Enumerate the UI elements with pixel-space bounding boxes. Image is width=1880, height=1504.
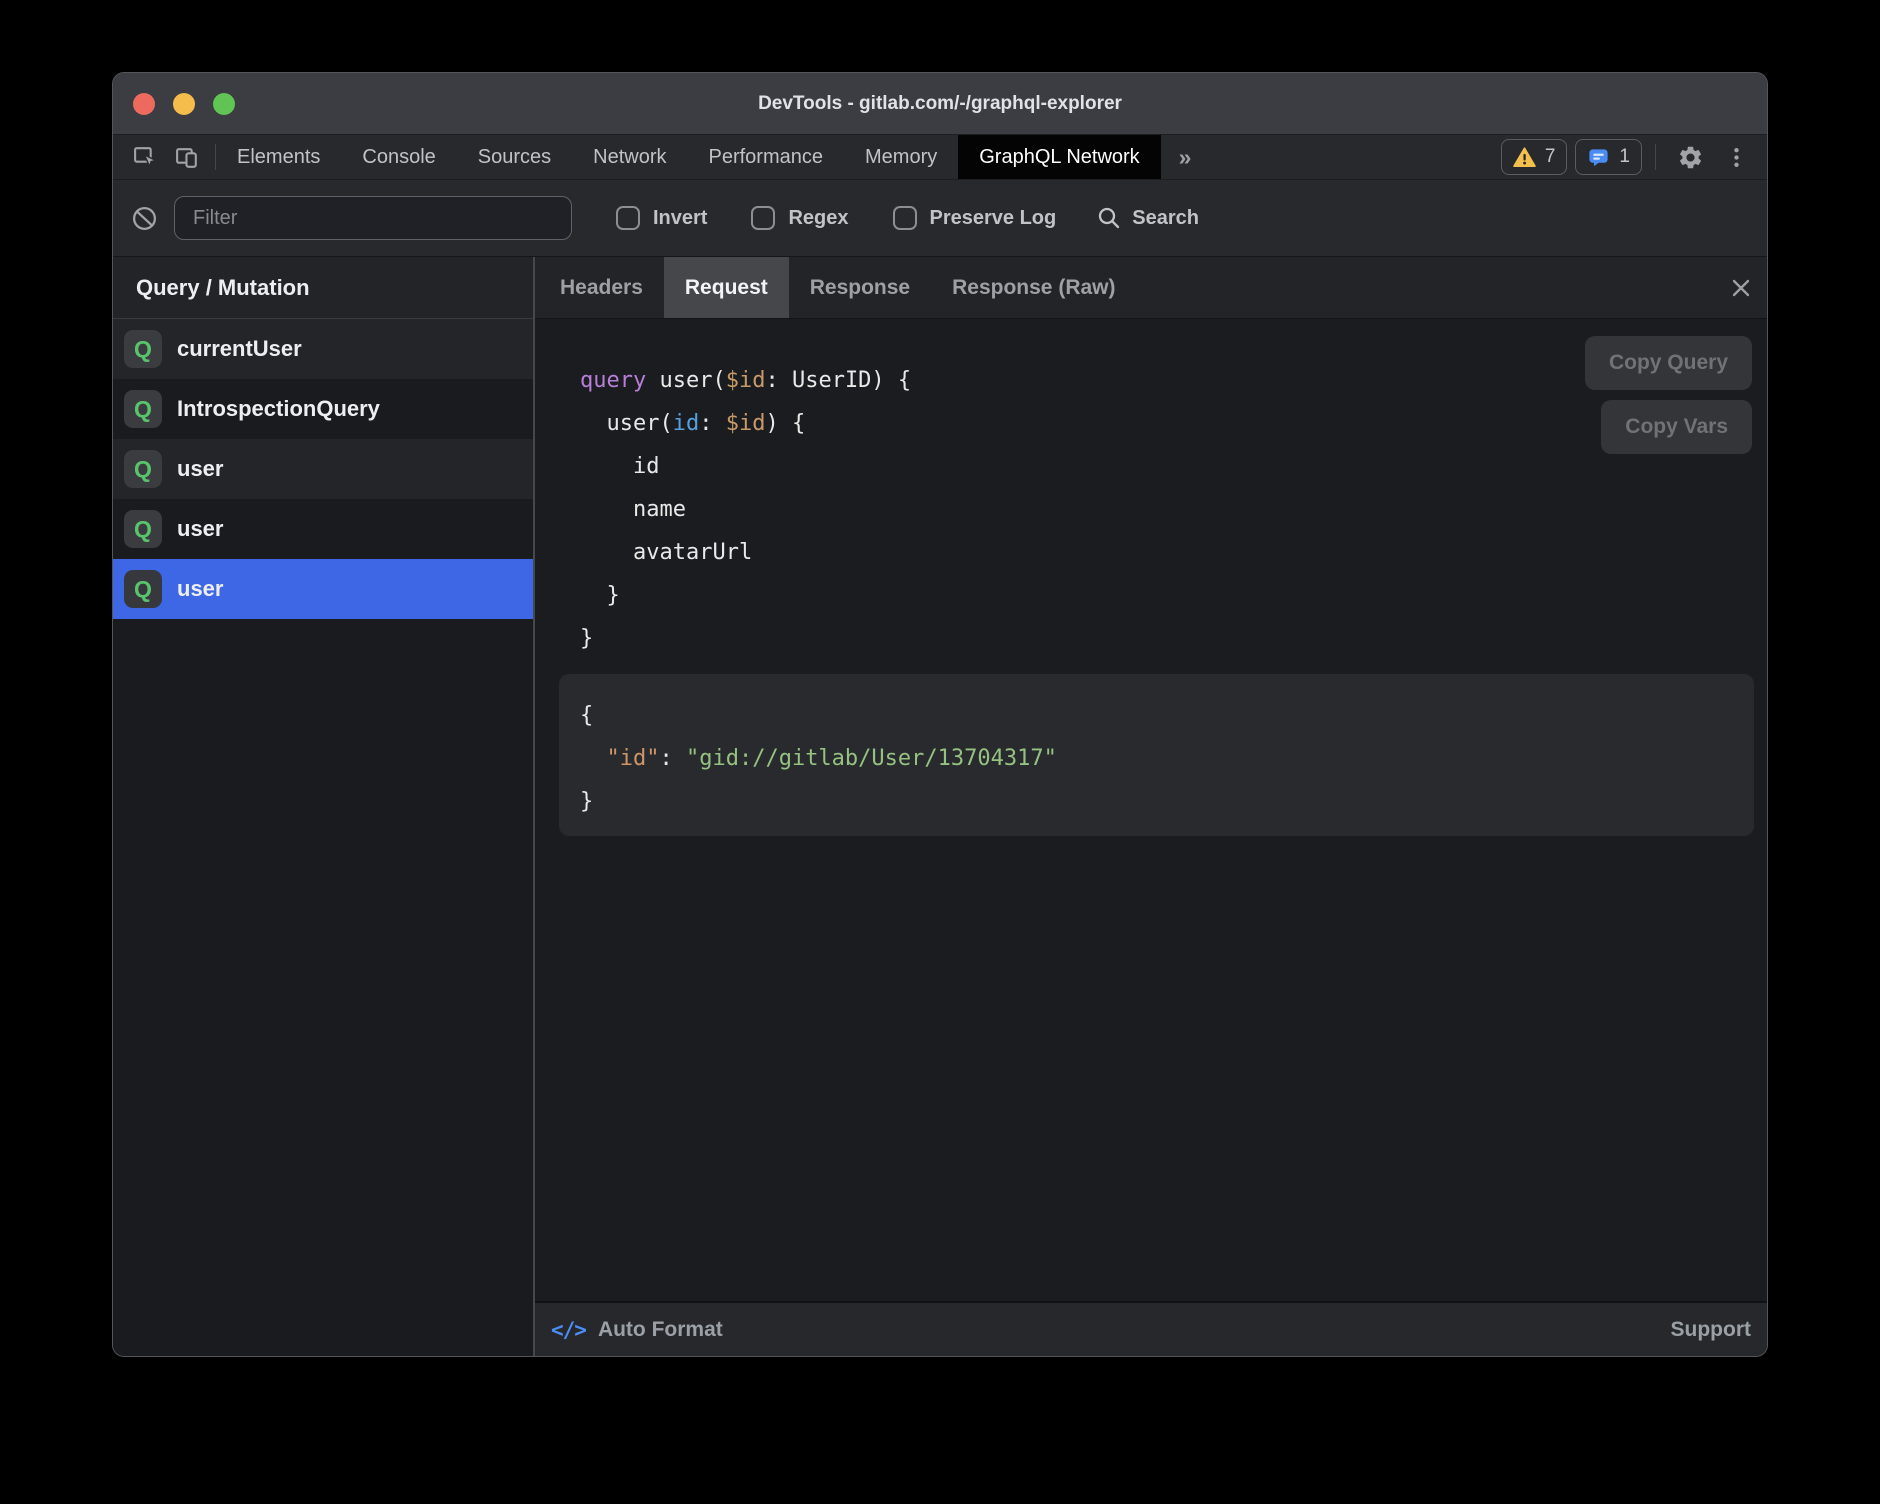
query-list-header: Query / Mutation bbox=[113, 257, 533, 319]
preserve-log-checkbox-group: Preserve Log bbox=[893, 206, 1057, 230]
inspect-element-icon[interactable] bbox=[132, 144, 159, 171]
close-icon bbox=[1729, 276, 1753, 300]
toolbar-divider bbox=[1655, 144, 1656, 170]
query-type-badge: Q bbox=[124, 510, 162, 548]
list-item-user-2[interactable]: Q user bbox=[113, 499, 533, 559]
query-type-badge: Q bbox=[124, 390, 162, 428]
warning-icon bbox=[1513, 147, 1536, 168]
devtools-toolbar: Elements Console Sources Network Perform… bbox=[113, 135, 1767, 179]
query-variables-box: { "id": "gid://gitlab/User/13704317" } bbox=[559, 674, 1754, 836]
request-pane: query user($id: UserID) { user(id: $id) … bbox=[535, 319, 1767, 1301]
list-item-user-3-selected[interactable]: Q user bbox=[113, 559, 533, 619]
list-item-label: user bbox=[177, 456, 223, 482]
issues-badge[interactable]: 1 bbox=[1575, 139, 1642, 175]
code-line: name bbox=[580, 488, 1754, 531]
invert-checkbox-group: Invert bbox=[616, 206, 707, 230]
regex-label: Regex bbox=[788, 207, 848, 230]
search-control[interactable]: Search bbox=[1096, 205, 1199, 231]
regex-checkbox-group: Regex bbox=[751, 206, 848, 230]
clear-block-icon[interactable] bbox=[131, 205, 158, 232]
warnings-badge[interactable]: 7 bbox=[1501, 139, 1568, 175]
tab-console[interactable]: Console bbox=[341, 135, 456, 179]
query-type-badge: Q bbox=[124, 570, 162, 608]
list-item-label: IntrospectionQuery bbox=[177, 396, 380, 422]
tab-sources[interactable]: Sources bbox=[457, 135, 572, 179]
window-controls bbox=[133, 93, 235, 115]
variables-line: } bbox=[580, 780, 1754, 823]
detail-panel: Headers Request Response Response (Raw) … bbox=[535, 257, 1767, 1356]
preserve-log-label: Preserve Log bbox=[930, 207, 1057, 230]
variables-line: { bbox=[580, 694, 1754, 737]
query-type-badge: Q bbox=[124, 450, 162, 488]
query-type-badge: Q bbox=[124, 330, 162, 368]
minimize-window-button[interactable] bbox=[173, 93, 195, 115]
devtools-window: DevTools - gitlab.com/-/graphql-explorer… bbox=[112, 72, 1768, 1357]
kebab-menu-icon[interactable] bbox=[1720, 145, 1753, 170]
tab-elements[interactable]: Elements bbox=[216, 135, 341, 179]
device-toolbar-icon[interactable] bbox=[174, 144, 201, 171]
tab-response-raw[interactable]: Response (Raw) bbox=[931, 257, 1136, 318]
tab-headers[interactable]: Headers bbox=[539, 257, 664, 318]
list-item-label: currentUser bbox=[177, 336, 302, 362]
search-icon bbox=[1096, 205, 1122, 231]
warnings-count: 7 bbox=[1545, 146, 1556, 168]
code-line: id bbox=[580, 445, 1754, 488]
list-item-label: user bbox=[177, 576, 223, 602]
detail-footer: </> Auto Format Support bbox=[535, 1301, 1767, 1356]
graphql-query-code: query user($id: UserID) { user(id: $id) … bbox=[580, 359, 1754, 660]
invert-checkbox[interactable] bbox=[616, 206, 640, 230]
settings-gear-icon[interactable] bbox=[1669, 144, 1712, 171]
code-line: avatarUrl bbox=[580, 531, 1754, 574]
auto-format-button[interactable]: Auto Format bbox=[598, 1318, 723, 1342]
tab-graphql-network[interactable]: GraphQL Network bbox=[958, 135, 1160, 179]
support-link[interactable]: Support bbox=[1671, 1318, 1751, 1342]
code-line: } bbox=[580, 617, 1754, 660]
issues-count: 1 bbox=[1619, 146, 1630, 168]
code-line: user(id: $id) { bbox=[580, 402, 1754, 445]
regex-checkbox[interactable] bbox=[751, 206, 775, 230]
filter-input[interactable] bbox=[174, 196, 572, 240]
variables-line: "id": "gid://gitlab/User/13704317" bbox=[580, 737, 1754, 780]
close-detail-button[interactable] bbox=[1729, 257, 1753, 318]
invert-label: Invert bbox=[653, 207, 707, 230]
tab-memory[interactable]: Memory bbox=[844, 135, 958, 179]
code-line: query user($id: UserID) { bbox=[580, 359, 1754, 402]
list-item-currentuser[interactable]: Q currentUser bbox=[113, 319, 533, 379]
list-item-user-1[interactable]: Q user bbox=[113, 439, 533, 499]
code-line: } bbox=[580, 574, 1754, 617]
copy-query-button[interactable]: Copy Query bbox=[1585, 336, 1752, 390]
window-title: DevTools - gitlab.com/-/graphql-explorer bbox=[113, 93, 1767, 115]
more-tabs-icon[interactable]: » bbox=[1161, 135, 1210, 179]
search-label: Search bbox=[1132, 207, 1199, 230]
message-icon bbox=[1587, 146, 1610, 169]
tab-network[interactable]: Network bbox=[572, 135, 687, 179]
title-bar: DevTools - gitlab.com/-/graphql-explorer bbox=[113, 73, 1767, 135]
tab-request[interactable]: Request bbox=[664, 257, 789, 318]
content-area: Query / Mutation Q currentUser Q Introsp… bbox=[113, 256, 1767, 1356]
tab-performance[interactable]: Performance bbox=[688, 135, 845, 179]
filter-bar: Invert Regex Preserve Log Search bbox=[113, 179, 1767, 256]
close-window-button[interactable] bbox=[133, 93, 155, 115]
tab-response[interactable]: Response bbox=[789, 257, 931, 318]
list-item-introspectionquery[interactable]: Q IntrospectionQuery bbox=[113, 379, 533, 439]
copy-vars-button[interactable]: Copy Vars bbox=[1601, 400, 1752, 454]
preserve-log-checkbox[interactable] bbox=[893, 206, 917, 230]
detail-tab-bar: Headers Request Response Response (Raw) bbox=[535, 257, 1767, 319]
code-brackets-icon: </> bbox=[551, 1318, 586, 1342]
query-list-panel: Query / Mutation Q currentUser Q Introsp… bbox=[113, 257, 533, 1356]
list-item-label: user bbox=[177, 516, 223, 542]
maximize-window-button[interactable] bbox=[213, 93, 235, 115]
